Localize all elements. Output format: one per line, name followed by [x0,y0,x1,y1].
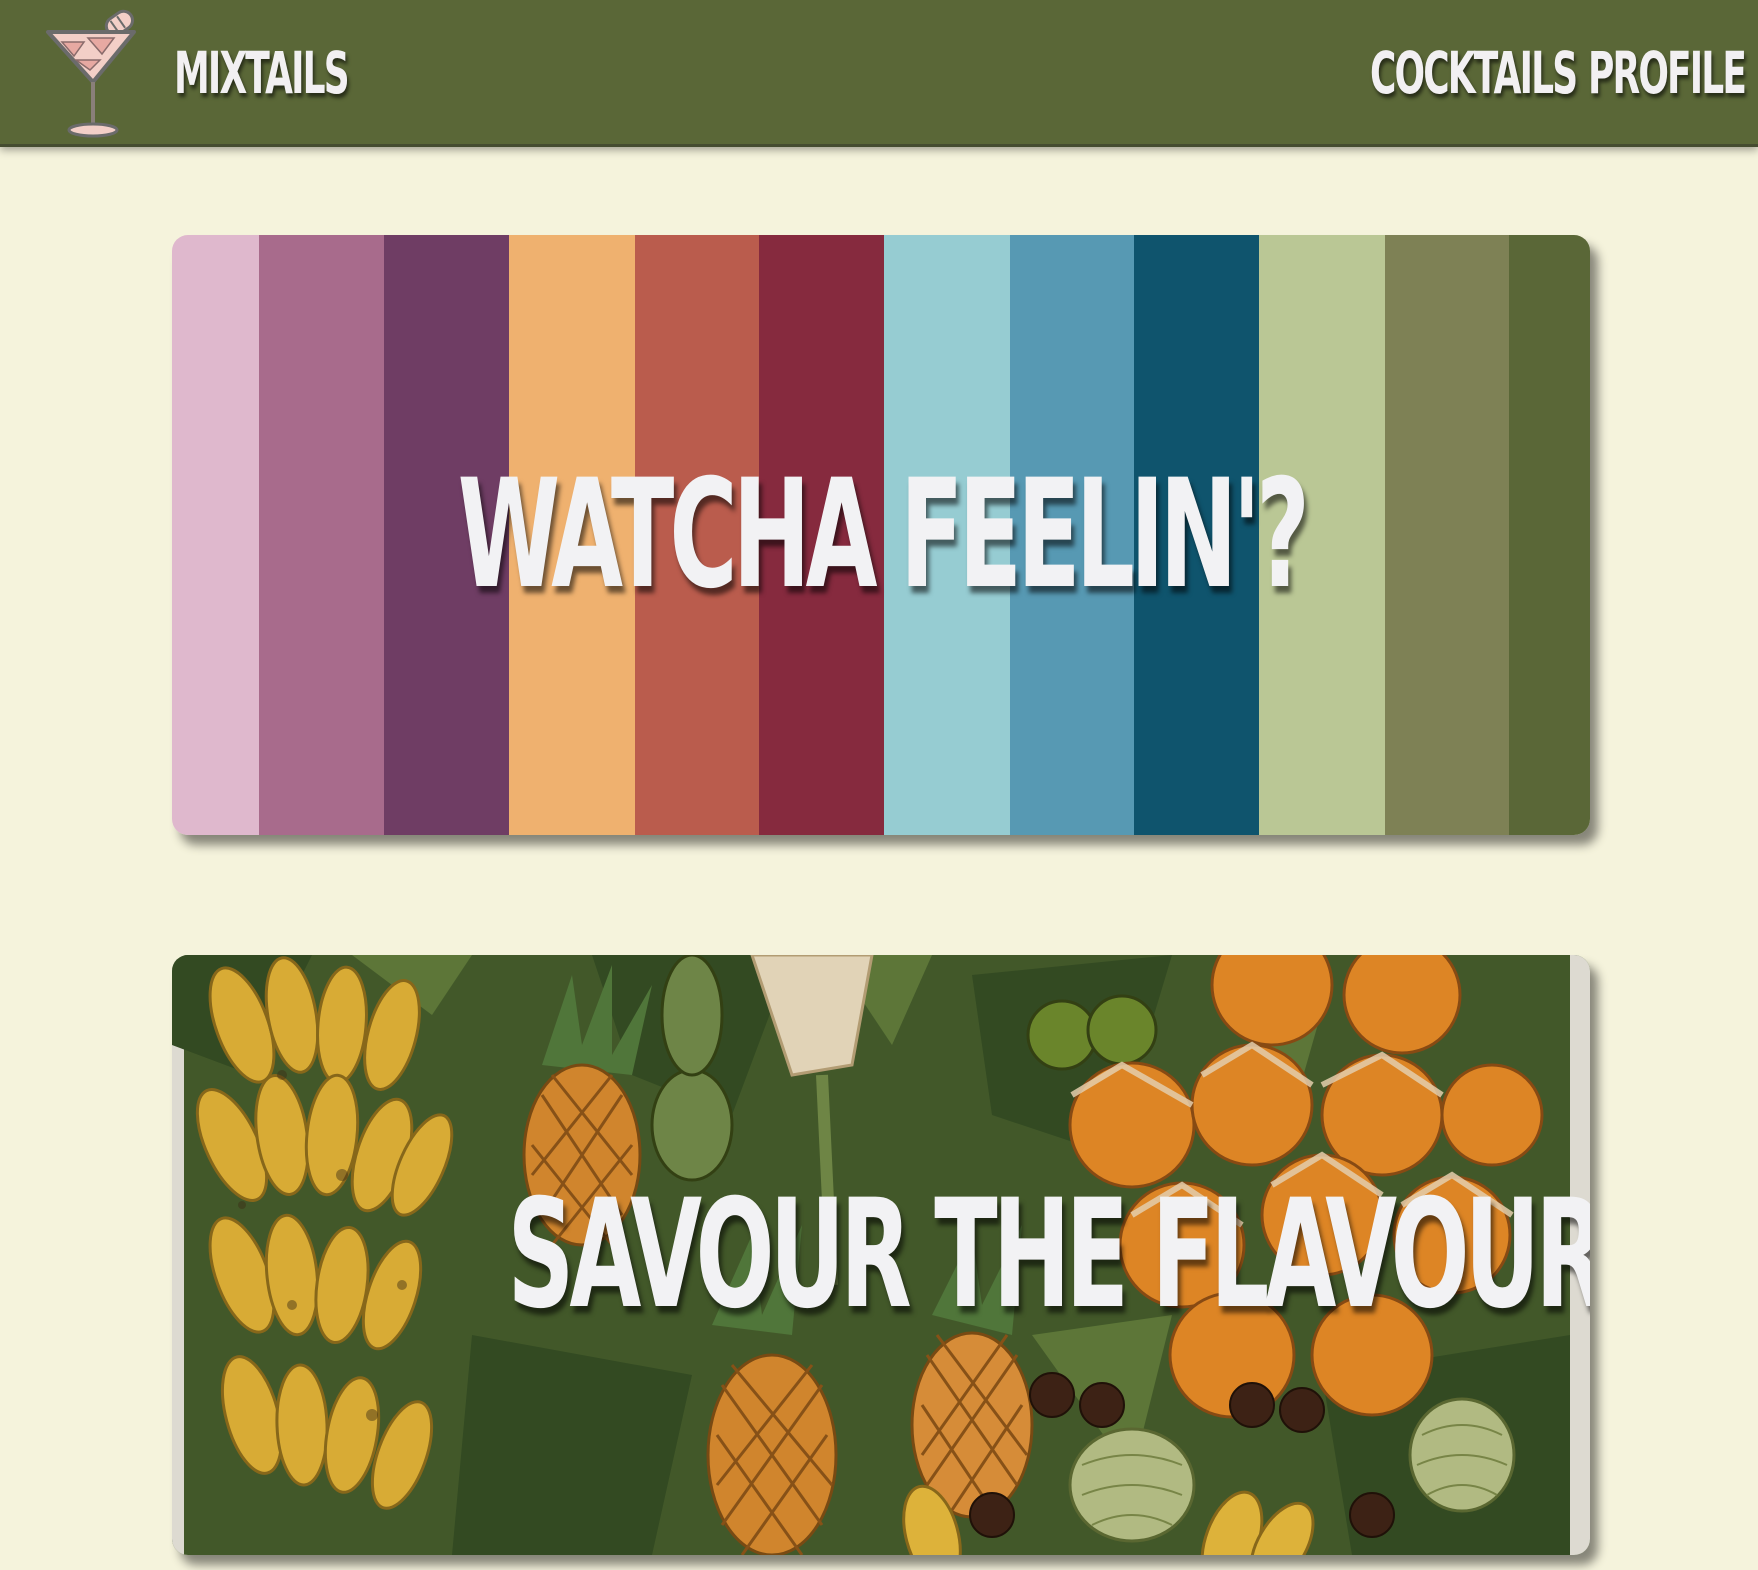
flavour-card[interactable]: SAVOUR THE FLAVOUR [172,955,1590,1555]
mood-card[interactable]: WATCHA FEELIN'? [172,235,1590,835]
brand-title[interactable]: MIXTAILS [174,38,350,108]
mood-card-title: WATCHA FEELIN'? [172,448,1590,622]
nav-link-profile[interactable]: PROFILE [1588,38,1747,108]
flavour-card-title: SAVOUR THE FLAVOUR [172,1168,1590,1342]
mood-card-title-text: WATCHA FEELIN'? [457,448,1309,622]
nav-link-cocktails[interactable]: COCKTAILS [1370,38,1578,108]
cocktail-glass-icon[interactable] [44,8,144,140]
navbar: MIXTAILS COCKTAILS PROFILE [0,0,1758,147]
flavour-card-title-text: SAVOUR THE FLAVOUR [507,1168,1590,1342]
